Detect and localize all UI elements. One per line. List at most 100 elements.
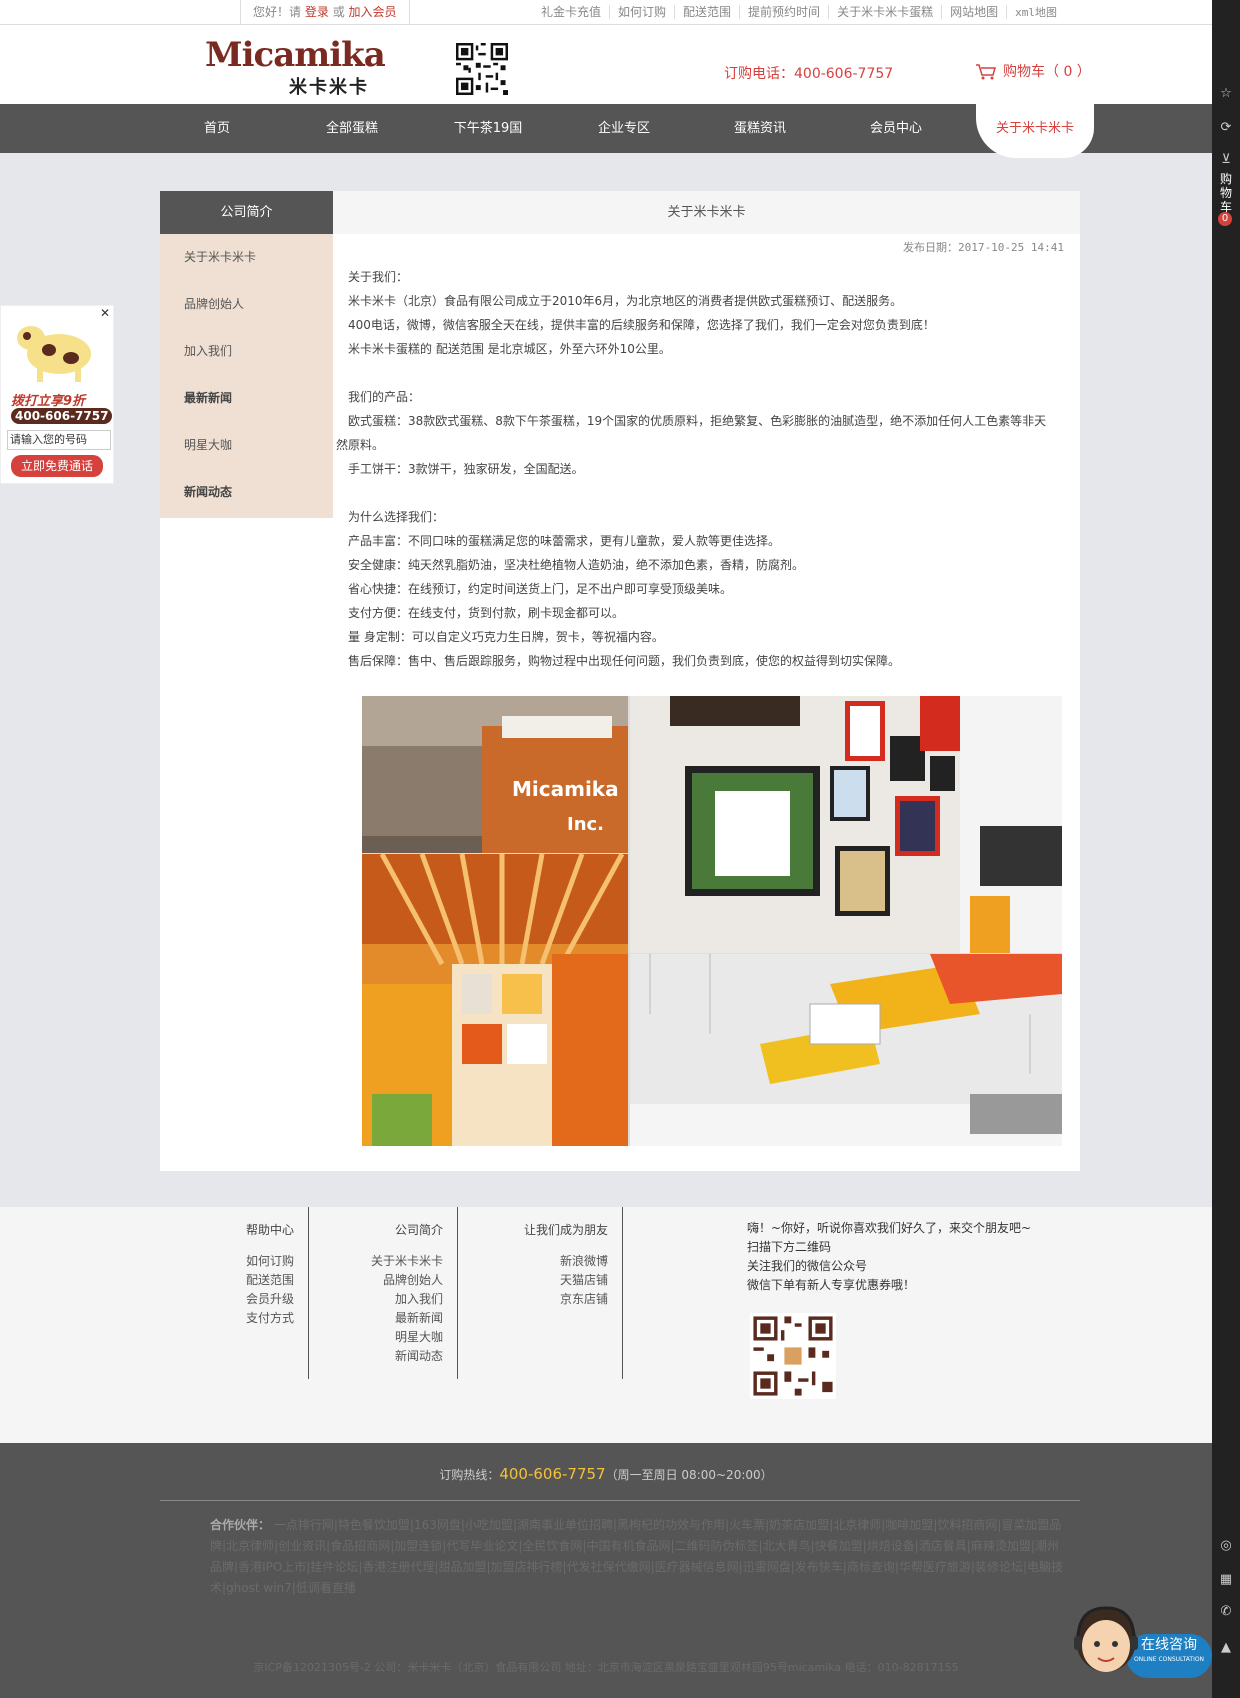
footer-link[interactable]: 品牌创始人 [310,1271,457,1290]
back-to-top-icon[interactable]: ▲ [1218,1640,1234,1656]
phone-icon[interactable]: ✆ [1218,1604,1234,1620]
sidebar-title: 公司简介 [160,191,333,234]
nav-about[interactable]: 关于米卡米卡 [976,104,1094,158]
partner-link[interactable]: 迅雷网盘 [743,1560,791,1574]
header-qr-code [456,43,508,95]
favorite-icon[interactable]: ☆ [1218,86,1234,102]
sidebar-item-latest-news[interactable]: 最新新闻 [160,375,333,422]
partner-link[interactable]: 代发社保代缴网 [567,1560,651,1574]
top-link-sitemap[interactable]: 网站地图 [942,5,1008,19]
partner-link[interactable]: 酒店餐具 [919,1539,967,1553]
service-icon[interactable]: ◎ [1218,1538,1234,1554]
partner-link[interactable]: 小吃加盟 [465,1518,513,1532]
partner-link[interactable]: 黑枸杞的功效与作用 [617,1518,725,1532]
footer-col-company: 公司简介 关于米卡米卡 品牌创始人 加入我们 最新新闻 明星大咖 新闻动态 [310,1207,458,1379]
partner-link[interactable]: 代写毕业论文 [446,1539,518,1553]
partner-link[interactable]: 发布快车 [795,1560,843,1574]
sidebar-item-founder[interactable]: 品牌创始人 [160,281,333,328]
partner-link[interactable]: 163网盘 [414,1518,461,1532]
nav-home[interactable]: 首页 [162,104,272,153]
partner-link[interactable]: 特色餐饮加盟 [338,1518,410,1532]
nav-member-center[interactable]: 会员中心 [841,104,951,153]
close-icon[interactable]: ✕ [100,306,110,320]
article-body: 关于我们： 米卡米卡（北京）食品有限公司成立于2010年6月，为北京地区的消费者… [336,265,1058,673]
top-link-reserve-time[interactable]: 提前预约时间 [740,5,830,19]
sidebar-item-join-us[interactable]: 加入我们 [160,328,333,375]
partner-link[interactable]: 商标查询 [847,1560,895,1574]
footer-link[interactable]: 如何订购 [200,1252,308,1271]
footer-link[interactable]: 新闻动态 [310,1347,457,1366]
partner-link[interactable]: 二维码防伪标签 [675,1539,759,1553]
top-link-how-to-order[interactable]: 如何订购 [610,5,676,19]
footer-link-weibo[interactable]: 新浪微博 [459,1252,622,1271]
partner-link[interactable]: 香港注册代理 [362,1560,434,1574]
partner-link[interactable]: 香港IPO上市 [238,1560,306,1574]
register-link[interactable]: 加入会员 [349,5,397,19]
rail-cart-label[interactable]: 购物车 [1218,172,1234,214]
online-consult-widget[interactable]: 在线咨询 ONLINE CONSULTATION [1070,1600,1220,1682]
nav-enterprise[interactable]: 企业专区 [569,104,679,153]
partner-link[interactable]: 低调看直播 [296,1581,356,1595]
partner-link[interactable]: 咖啡加盟 [885,1518,933,1532]
footer-link[interactable]: 配送范围 [200,1271,308,1290]
partner-link[interactable]: 医疗器械信息网 [655,1560,739,1574]
footer-link[interactable]: 加入我们 [310,1290,457,1309]
partner-link[interactable]: 挂件论坛 [310,1560,358,1574]
footer-link[interactable]: 关于米卡米卡 [310,1252,457,1271]
sidebar-item-about[interactable]: 关于米卡米卡 [160,234,333,281]
free-call-button[interactable]: 立即免费通话 [11,455,103,477]
sidebar-item-celebrities[interactable]: 明星大咖 [160,422,333,469]
consult-label: 在线咨询 [1141,1637,1197,1653]
cow-mascot-icon [17,326,91,382]
footer-link[interactable]: 支付方式 [200,1309,308,1328]
history-icon[interactable]: ⟳ [1218,120,1234,136]
partner-link[interactable]: 北大青鸟 [763,1539,811,1553]
login-link[interactable]: 登录 [305,5,329,19]
partner-link[interactable]: 装修论坛 [975,1560,1023,1574]
partner-link[interactable]: 创业资讯 [278,1539,326,1553]
top-link-giftcard[interactable]: 礼金卡充值 [533,5,611,19]
cart-link[interactable]: 购物车（ 0 ） [975,61,1091,81]
nav-cake-news[interactable]: 蛋糕资讯 [705,104,815,153]
cart-icon[interactable]: ⊻ [1218,152,1234,168]
article-line: 手工饼干：3款饼干，独家研发，全国配送。 [348,462,584,476]
footer-link-jd[interactable]: 京东店铺 [459,1290,622,1309]
top-link-xml-map[interactable]: xml地图 [1007,6,1065,19]
partner-link[interactable]: 饮料招商网 [937,1518,997,1532]
footer-link[interactable]: 最新新闻 [310,1309,457,1328]
partner-link[interactable]: 食品招商网 [330,1539,390,1553]
footer-link-tmall[interactable]: 天猫店铺 [459,1271,622,1290]
hotline-hours: （周一至周日 08:00~20:00） [605,1468,773,1482]
top-link-about[interactable]: 关于米卡米卡蛋糕 [829,5,943,19]
sidebar-item-news-updates[interactable]: 新闻动态 [160,469,333,516]
partner-link[interactable]: ghost win7 [226,1581,292,1595]
or-text: 或 [332,5,345,19]
partner-link[interactable]: 加盟店排行榜 [491,1560,563,1574]
partner-link[interactable]: 火车票 [729,1518,765,1532]
footer-link[interactable]: 明星大咖 [310,1328,457,1347]
top-link-delivery[interactable]: 配送范围 [675,5,741,19]
logo[interactable]: Micamika 米卡米卡 [205,37,386,98]
partner-link[interactable]: 全民饮食网 [522,1539,582,1553]
content-panel: 公司简介 关于米卡米卡 品牌创始人 加入我们 最新新闻 明星大咖 新闻动态 关于… [160,191,1080,1171]
partner-link[interactable]: 烘焙设备 [867,1539,915,1553]
nav-afternoon-tea[interactable]: 下午茶19国 [433,104,543,153]
partner-link[interactable]: 华帮医疗旅游 [899,1560,971,1574]
footer-link[interactable]: 会员升级 [200,1290,308,1309]
partner-link[interactable]: 快餐加盟 [815,1539,863,1553]
qr-icon[interactable]: ▦ [1218,1572,1234,1588]
partner-link[interactable]: 北京律师 [833,1518,881,1532]
partner-link[interactable]: 加盟连锁 [394,1539,442,1553]
wechat-line: 关注我们的微信公众号 [747,1259,868,1273]
main-nav: 首页 全部蛋糕 下午茶19国 企业专区 蛋糕资讯 会员中心 关于米卡米卡 [0,104,1212,158]
partner-link[interactable]: 奶茶店加盟 [769,1518,829,1532]
phone-number-input[interactable]: 请输入您的号码 [7,430,111,450]
nav-all-cakes[interactable]: 全部蛋糕 [297,104,407,153]
right-toolbar: ☆ ⟳ ⊻ 购物车 0 ◎ ▦ ✆ ▲ [1212,0,1240,1698]
partner-link[interactable]: 湖南事业单位招聘 [517,1518,613,1532]
partner-link[interactable]: 中国有机食品网 [586,1539,670,1553]
partner-link[interactable]: 北京律师 [226,1539,274,1553]
partner-link[interactable]: 一点排行网 [274,1518,334,1532]
partner-link[interactable]: 麻辣烫加盟 [971,1539,1031,1553]
partner-link[interactable]: 甜品加盟 [438,1560,486,1574]
